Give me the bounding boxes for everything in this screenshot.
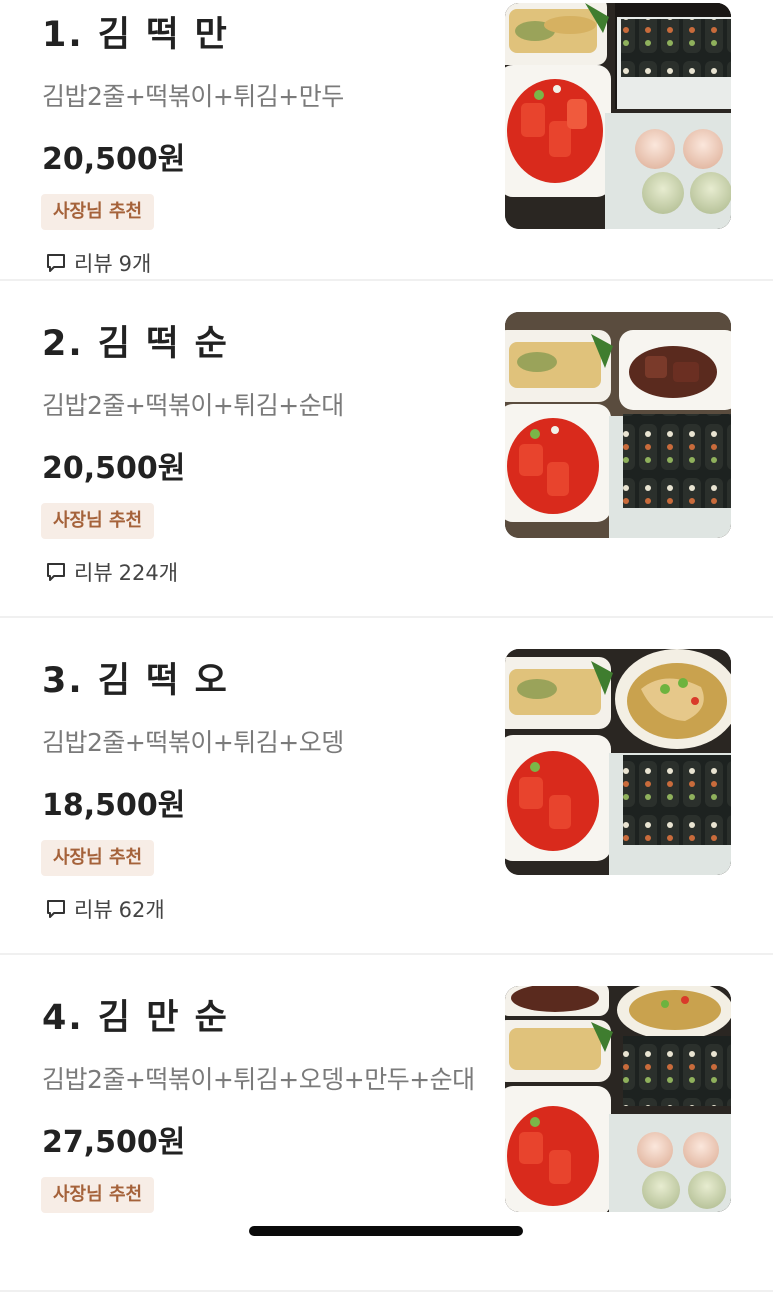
- menu-item[interactable]: 2. 김 떡 순 김밥2줄+떡볶이+튀김+순대 20,500원 사장님 추천 리…: [0, 281, 773, 618]
- owner-recommend-badge: 사장님 추천: [41, 840, 155, 876]
- review-label: 리뷰: [74, 252, 113, 276]
- menu-item-title: 2. 김 떡 순: [42, 324, 229, 364]
- menu-item[interactable]: 3. 김 떡 오 김밥2줄+떡볶이+튀김+오뎅 18,500원 사장님 추천 리…: [0, 618, 773, 955]
- review-count: 9개: [118, 252, 152, 276]
- owner-recommend-badge: 사장님 추천: [41, 194, 155, 230]
- menu-item-price: 20,500원: [42, 451, 186, 486]
- menu-item-title: 1. 김 떡 만: [42, 15, 229, 55]
- home-indicator[interactable]: [249, 1226, 523, 1236]
- menu-item-description: 김밥2줄+떡볶이+튀김+순대: [42, 391, 344, 420]
- review-count: 62개: [118, 898, 165, 922]
- menu-item-description: 김밥2줄+떡볶이+튀김+오뎅: [42, 728, 344, 757]
- review-label: 리뷰: [74, 561, 113, 585]
- review-count: 224개: [118, 561, 179, 585]
- menu-item-price: 18,500원: [42, 788, 186, 823]
- menu-item-price: 27,500원: [42, 1125, 186, 1160]
- menu-item-photo[interactable]: [505, 312, 731, 538]
- review-link[interactable]: 리뷰 62개: [44, 894, 165, 924]
- review-link[interactable]: 리뷰 9개: [44, 248, 151, 278]
- menu-item-photo[interactable]: [505, 986, 731, 1212]
- menu-item[interactable]: 1. 김 떡 만 김밥2줄+떡볶이+튀김+만두 20,500원 사장님 추천 리…: [0, 0, 773, 281]
- menu-item-title: 3. 김 떡 오: [42, 661, 229, 701]
- menu-item-photo[interactable]: [505, 3, 731, 229]
- speech-bubble-icon: [44, 251, 68, 275]
- speech-bubble-icon: [44, 897, 68, 921]
- menu-item-photo[interactable]: [505, 649, 731, 875]
- owner-recommend-badge: 사장님 추천: [41, 503, 155, 539]
- owner-recommend-badge: 사장님 추천: [41, 1177, 155, 1213]
- speech-bubble-icon: [44, 560, 68, 584]
- menu-item-price: 20,500원: [42, 142, 186, 177]
- review-link[interactable]: 리뷰 224개: [44, 557, 178, 587]
- menu-list: 1. 김 떡 만 김밥2줄+떡볶이+튀김+만두 20,500원 사장님 추천 리…: [0, 0, 773, 1292]
- menu-item[interactable]: 4. 김 만 순 김밥2줄+떡볶이+튀김+오뎅+만두+순대 27,500원 사장…: [0, 955, 773, 1292]
- menu-item-description: 김밥2줄+떡볶이+튀김+만두: [42, 82, 344, 111]
- menu-item-description: 김밥2줄+떡볶이+튀김+오뎅+만두+순대: [42, 1065, 475, 1094]
- menu-item-title: 4. 김 만 순: [42, 998, 229, 1038]
- review-label: 리뷰: [74, 898, 113, 922]
